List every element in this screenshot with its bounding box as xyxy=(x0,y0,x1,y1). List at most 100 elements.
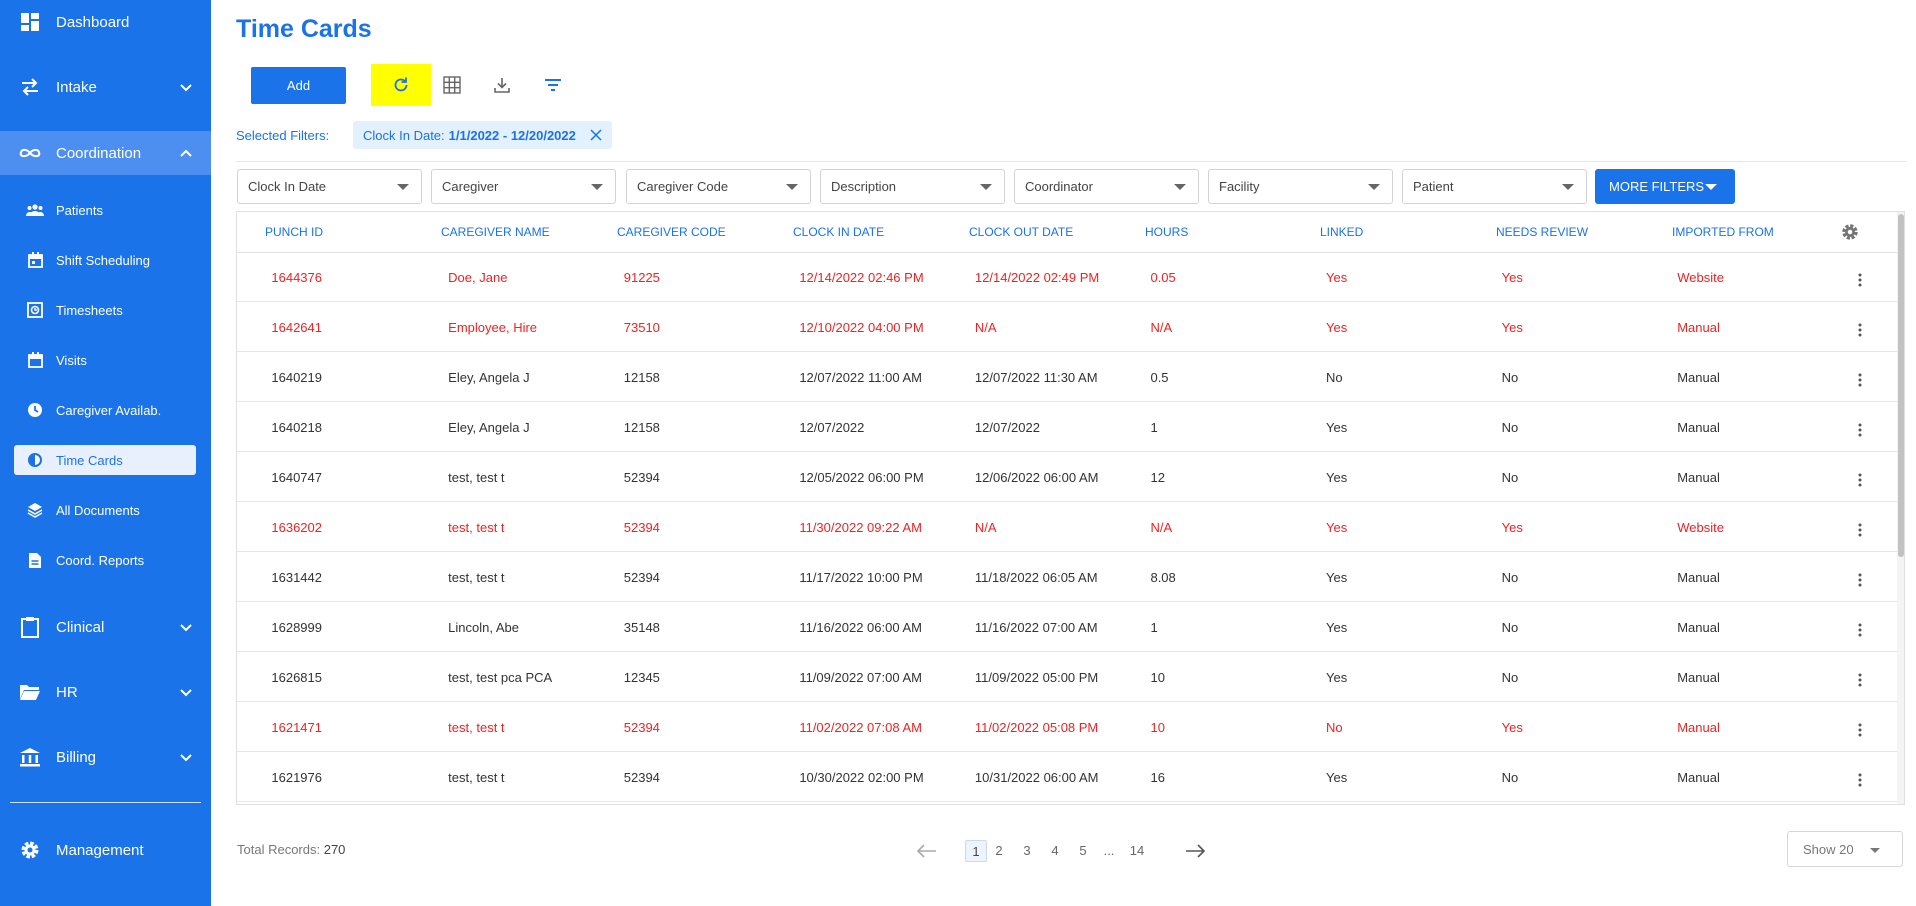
cell-punch-id: 1621976 xyxy=(271,770,322,785)
nav-management[interactable]: Management xyxy=(0,828,211,872)
page-1-button[interactable]: 1 xyxy=(965,840,987,862)
column-header-needs-review[interactable]: Needs Review xyxy=(1496,212,1588,252)
grid-view-button[interactable] xyxy=(434,66,470,104)
table-row[interactable]: 1640747 test, test t 52394 12/05/2022 06:00… xyxy=(237,453,1897,502)
table-row[interactable]: 1628999 Lincoln, Abe 35148 11/16/2022 06:00… xyxy=(237,603,1897,652)
cell-clock-out-date: N/A xyxy=(974,520,997,535)
sidebar-item-time-cards[interactable]: Time Cards xyxy=(14,445,196,475)
column-header-clock-in-date[interactable]: Clock In Date xyxy=(793,212,884,252)
cell-punch-id: 1626815 xyxy=(271,670,322,685)
clipboard-icon xyxy=(18,615,42,639)
table-row[interactable]: 1621976 test, test t 52394 10/30/2022 02:00… xyxy=(237,753,1897,802)
download-button[interactable] xyxy=(484,66,520,104)
column-header-imported-from[interactable]: Imported From xyxy=(1672,212,1774,252)
row-menu-icon[interactable] xyxy=(1858,623,1862,637)
table-row[interactable]: 1636202 test, test t 52394 11/30/2022 09:22… xyxy=(237,503,1897,552)
sidebar-item-coord-reports[interactable]: Coord. Reports xyxy=(14,545,196,575)
cell-caregiver-code: 12158 xyxy=(623,370,660,385)
caret-down-icon xyxy=(1562,184,1574,190)
cell-clock-in-date: 12/10/2022 04:00 PM xyxy=(799,320,924,335)
table-row[interactable]: 1626815 test, test pca PCA 12345 11/09/2022… xyxy=(237,653,1897,702)
table-row[interactable]: 1644376 Doe, Jane 91225 12/14/2022 02:46 PM… xyxy=(237,253,1897,302)
close-icon[interactable] xyxy=(589,128,603,142)
cell-punch-id: 1640218 xyxy=(271,420,322,435)
table-row[interactable]: 1640219 Eley, Angela J 12158 12/07/2022 11:… xyxy=(237,353,1897,402)
cell-clock-in-date: 11/02/2022 07:08 AM xyxy=(799,720,922,735)
table-row[interactable]: 1642641 Employee, Hire 73510 12/10/2022 04:… xyxy=(237,303,1897,352)
nav-intake[interactable]: Intake xyxy=(0,65,211,109)
filter-button[interactable] xyxy=(535,66,571,104)
chevron-down-icon xyxy=(180,84,192,92)
sidebar-item-shift-scheduling[interactable]: Shift Scheduling xyxy=(14,245,196,275)
cell-caregiver-code: 12158 xyxy=(623,420,660,435)
page-size-select[interactable]: Show 20 xyxy=(1787,831,1903,867)
row-menu-icon[interactable] xyxy=(1858,273,1862,287)
row-menu-icon[interactable] xyxy=(1858,573,1862,587)
facility-filter[interactable]: Facility xyxy=(1208,169,1393,204)
column-header-linked[interactable]: Linked xyxy=(1320,212,1363,252)
row-menu-icon[interactable] xyxy=(1858,773,1862,787)
caregiver-filter[interactable]: Caregiver xyxy=(431,169,616,204)
row-menu-icon[interactable] xyxy=(1858,673,1862,687)
cell-caregiver-name: test, test pca PCA xyxy=(448,670,553,685)
row-menu-icon[interactable] xyxy=(1858,423,1862,437)
page-2-button[interactable]: 2 xyxy=(990,840,1008,862)
sidebar-item-timesheets[interactable]: Timesheets xyxy=(14,295,196,325)
add-button[interactable]: Add xyxy=(251,67,346,104)
cell-caregiver-code: 52394 xyxy=(623,570,660,585)
nav-coordination[interactable]: Coordination xyxy=(0,131,211,175)
clock-icon xyxy=(26,401,44,419)
row-menu-icon[interactable] xyxy=(1858,473,1862,487)
cell-hours: 8.08 xyxy=(1150,570,1176,585)
nav-clinical[interactable]: Clinical xyxy=(0,605,211,649)
cell-needs-review: No xyxy=(1501,670,1519,685)
table-row[interactable]: 1640218 Eley, Angela J 12158 12/07/2022 12/0… xyxy=(237,403,1897,452)
description-filter[interactable]: Description xyxy=(820,169,1005,204)
column-header-punch-id[interactable]: Punch ID xyxy=(265,212,323,252)
sidebar-item-patients[interactable]: Patients xyxy=(14,195,196,225)
sidebar-item-all-documents[interactable]: All Documents xyxy=(14,495,196,525)
cell-needs-review: Yes xyxy=(1501,720,1523,735)
row-menu-icon[interactable] xyxy=(1858,323,1862,337)
table-settings-gear-icon[interactable] xyxy=(1840,222,1860,242)
dropdown-label: Patient xyxy=(1413,179,1454,194)
refresh-button[interactable] xyxy=(371,64,431,106)
page-5-button[interactable]: 5 xyxy=(1074,840,1092,862)
page-3-button[interactable]: 3 xyxy=(1018,840,1036,862)
nav-clinical-label: Clinical xyxy=(56,618,105,636)
cell-needs-review: Yes xyxy=(1501,320,1523,335)
row-menu-icon[interactable] xyxy=(1858,723,1862,737)
clock-in-date-filter[interactable]: Clock In Date xyxy=(237,169,422,204)
cell-imported-from: Manual xyxy=(1677,370,1720,385)
column-header-hours[interactable]: Hours xyxy=(1145,212,1188,252)
arrow-right-icon[interactable] xyxy=(1185,843,1207,859)
sidebar-item-label: Patients xyxy=(56,202,103,218)
cell-linked: Yes xyxy=(1326,270,1348,285)
patient-filter[interactable]: Patient xyxy=(1402,169,1587,204)
nav-dashboard[interactable]: Dashboard xyxy=(0,0,211,44)
column-header-caregiver-code[interactable]: Caregiver Code xyxy=(617,212,726,252)
row-menu-icon[interactable] xyxy=(1858,373,1862,387)
page-4-button[interactable]: 4 xyxy=(1046,840,1064,862)
coordinator-filter[interactable]: Coordinator xyxy=(1014,169,1199,204)
table-row[interactable]: 1621471 test, test t 52394 11/02/2022 07:08… xyxy=(237,703,1897,752)
page-14-button[interactable]: 14 xyxy=(1125,840,1149,862)
arrow-left-icon[interactable] xyxy=(915,843,937,859)
table-row[interactable]: 1631442 test, test t 52394 11/17/2022 10:00… xyxy=(237,553,1897,602)
cell-needs-review: No xyxy=(1501,570,1519,585)
sidebar-item-label: Coord. Reports xyxy=(56,552,145,568)
cell-linked: Yes xyxy=(1326,520,1348,535)
sidebar-item-caregiver-availability[interactable]: Caregiver Availab. xyxy=(14,395,196,425)
cell-clock-in-date: 10/30/2022 02:00 PM xyxy=(799,770,924,785)
more-filters-button[interactable]: MORE FILTERS xyxy=(1595,169,1735,204)
column-header-caregiver-name[interactable]: Caregiver Name xyxy=(441,212,550,252)
row-menu-icon[interactable] xyxy=(1858,523,1862,537)
nav-hr[interactable]: HR xyxy=(0,670,211,714)
cell-needs-review: No xyxy=(1501,770,1519,785)
total-records-value: 270 xyxy=(323,842,346,857)
nav-billing[interactable]: Billing xyxy=(0,735,211,779)
scrollbar-thumb[interactable] xyxy=(1898,214,1904,557)
caregiver-code-filter[interactable]: Caregiver Code xyxy=(626,169,811,204)
column-header-clock-out-date[interactable]: Clock Out Date xyxy=(969,212,1073,252)
sidebar-item-visits[interactable]: Visits xyxy=(14,345,196,375)
